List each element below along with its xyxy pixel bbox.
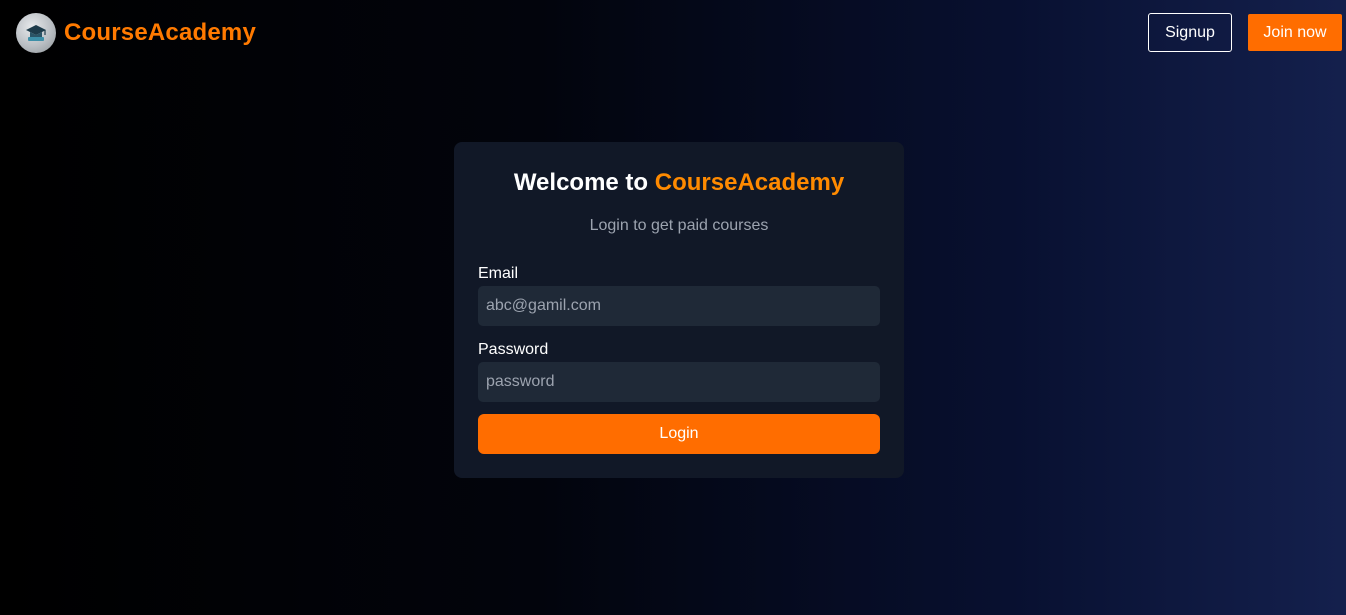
login-title-brand: CourseAcademy <box>654 169 845 196</box>
brand[interactable]: CourseAcademy <box>16 13 256 53</box>
email-field[interactable] <box>478 286 880 326</box>
login-subtitle: Login to get paid courses <box>589 217 769 234</box>
password-label: Password <box>478 341 549 358</box>
login-card: Welcome to CourseAcademy Login to get pa… <box>454 142 904 478</box>
login-title-prefix: Welcome to <box>513 169 655 196</box>
login-button[interactable]: Login <box>478 414 880 454</box>
join-now-button[interactable]: Join now <box>1248 14 1342 51</box>
email-label: Email <box>478 265 519 282</box>
top-navbar: CourseAcademy Signup Join now <box>0 0 1346 66</box>
signup-button[interactable]: Signup <box>1148 13 1232 52</box>
brand-name[interactable]: CourseAcademy <box>64 19 256 47</box>
login-title: Welcome to CourseAcademy <box>454 169 904 197</box>
password-field[interactable] <box>478 362 880 402</box>
graduation-cap-icon[interactable] <box>16 13 56 53</box>
